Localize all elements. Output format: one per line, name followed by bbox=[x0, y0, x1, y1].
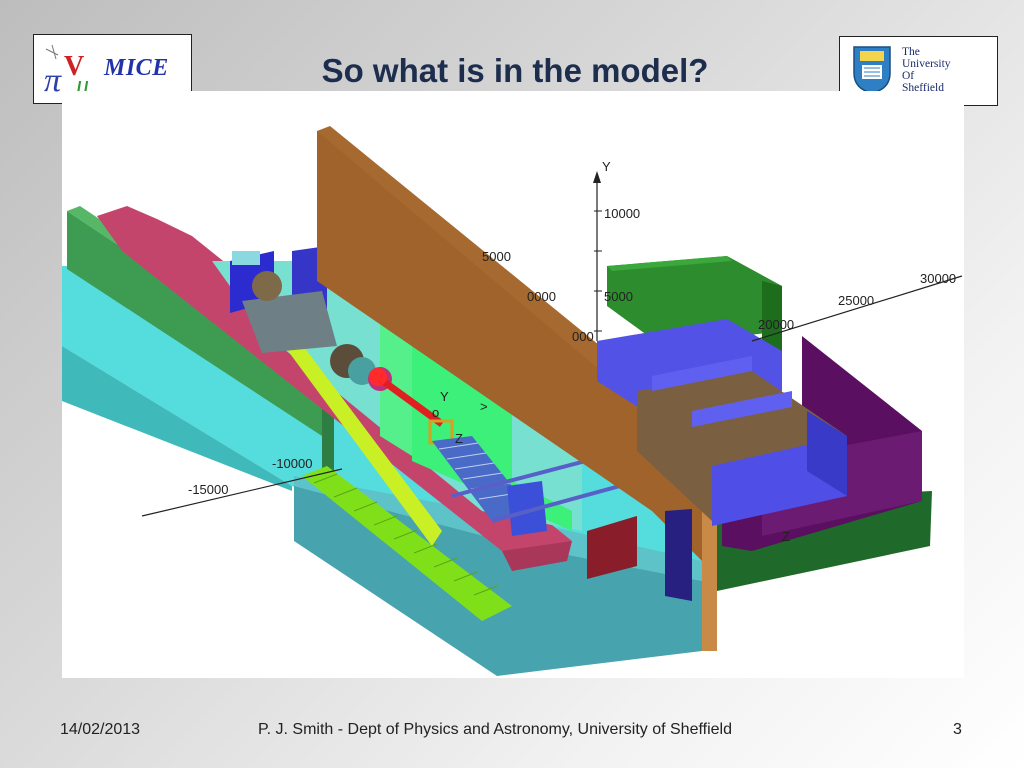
y-tick-0000: 0000 bbox=[527, 289, 556, 304]
local-x-label: > bbox=[480, 399, 488, 414]
y-tick-10000: 10000 bbox=[604, 206, 640, 221]
z-tick-25000: 25000 bbox=[838, 293, 874, 308]
z-tick-20000: 20000 bbox=[758, 317, 794, 332]
y-tick-000: 000 bbox=[572, 329, 594, 344]
y-tick-5000b: 5000 bbox=[604, 289, 633, 304]
model-render: Y 10000 5000 0000 5000 000 20000 25000 3… bbox=[62, 126, 963, 676]
x-tick-15000: -15000 bbox=[188, 482, 228, 497]
footer-date: 14/02/2013 bbox=[60, 721, 141, 738]
beam-element-1 bbox=[252, 271, 282, 301]
mice-logo-text: MICE bbox=[104, 55, 169, 81]
x-tick-10000: -10000 bbox=[272, 456, 312, 471]
slide-title: So what is in the model? bbox=[321, 52, 709, 89]
model-figure: Y 10000 5000 0000 5000 000 20000 25000 3… bbox=[62, 91, 964, 678]
magnet-top bbox=[232, 251, 260, 265]
navy-box bbox=[665, 509, 692, 601]
page-number: 3 bbox=[953, 721, 962, 738]
y-axis-ticks bbox=[594, 210, 602, 332]
footer-author: P. J. Smith - Dept of Physics and Astron… bbox=[258, 721, 732, 738]
local-z-label: Z bbox=[455, 431, 463, 446]
y-tick-5000: 5000 bbox=[482, 249, 511, 264]
red-element bbox=[369, 368, 387, 386]
y-axis-label: Y bbox=[602, 159, 611, 174]
z-tick-30000: 30000 bbox=[920, 271, 956, 286]
svg-text:π: π bbox=[44, 62, 62, 99]
local-o-label: o bbox=[432, 405, 439, 420]
university-line-2: University bbox=[902, 58, 951, 70]
university-line-3: Of bbox=[902, 70, 915, 82]
local-y-label: Y bbox=[440, 389, 449, 404]
university-crest-icon bbox=[853, 46, 891, 94]
university-name: The University Of Sheffield bbox=[902, 46, 992, 94]
university-line-1: The bbox=[902, 46, 920, 58]
z-axis-label: Z bbox=[782, 529, 790, 544]
y-axis-arrow bbox=[593, 171, 601, 183]
